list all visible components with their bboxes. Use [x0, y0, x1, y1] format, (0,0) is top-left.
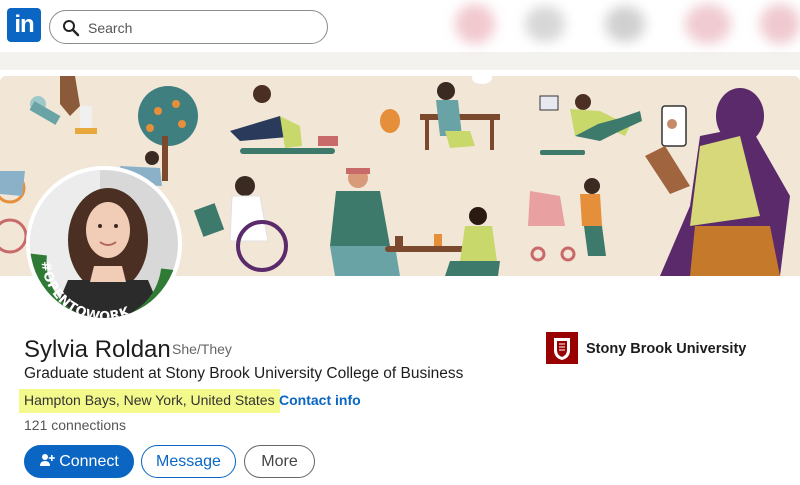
connections-count[interactable]: 121 connections	[24, 417, 126, 433]
message-label: Message	[156, 453, 221, 470]
search-input[interactable]	[88, 17, 318, 39]
profile-location: Hampton Bays, New York, United States	[19, 389, 280, 413]
message-button[interactable]: Message	[141, 445, 236, 478]
profile-headline: Graduate student at Stony Brook Universi…	[24, 365, 464, 382]
profile-avatar-frame[interactable]: #OPENTOWORK	[26, 166, 182, 322]
avatar-image: #OPENTOWORK	[30, 170, 178, 318]
education-name[interactable]: Stony Brook University	[586, 341, 746, 357]
profile-photo[interactable]: #OPENTOWORK	[30, 170, 178, 318]
nav-icons-redacted	[445, 0, 800, 52]
add-person-icon	[40, 454, 56, 466]
location-separator: ·	[271, 392, 276, 408]
stony-brook-logo-icon	[546, 332, 578, 364]
profile-pronouns: She/They	[172, 341, 232, 357]
profile-name: Sylvia Roldan	[24, 336, 171, 363]
more-button[interactable]: More	[244, 445, 315, 478]
connect-label: Connect	[59, 453, 119, 470]
connect-button[interactable]: Connect	[24, 445, 134, 478]
more-label: More	[261, 453, 298, 470]
university-logo[interactable]	[546, 332, 578, 364]
search-icon	[63, 20, 80, 37]
search-box[interactable]	[49, 10, 328, 44]
top-nav: in	[0, 0, 800, 52]
linkedin-logo[interactable]: in	[7, 8, 41, 42]
contact-info-link[interactable]: Contact info	[279, 392, 361, 408]
